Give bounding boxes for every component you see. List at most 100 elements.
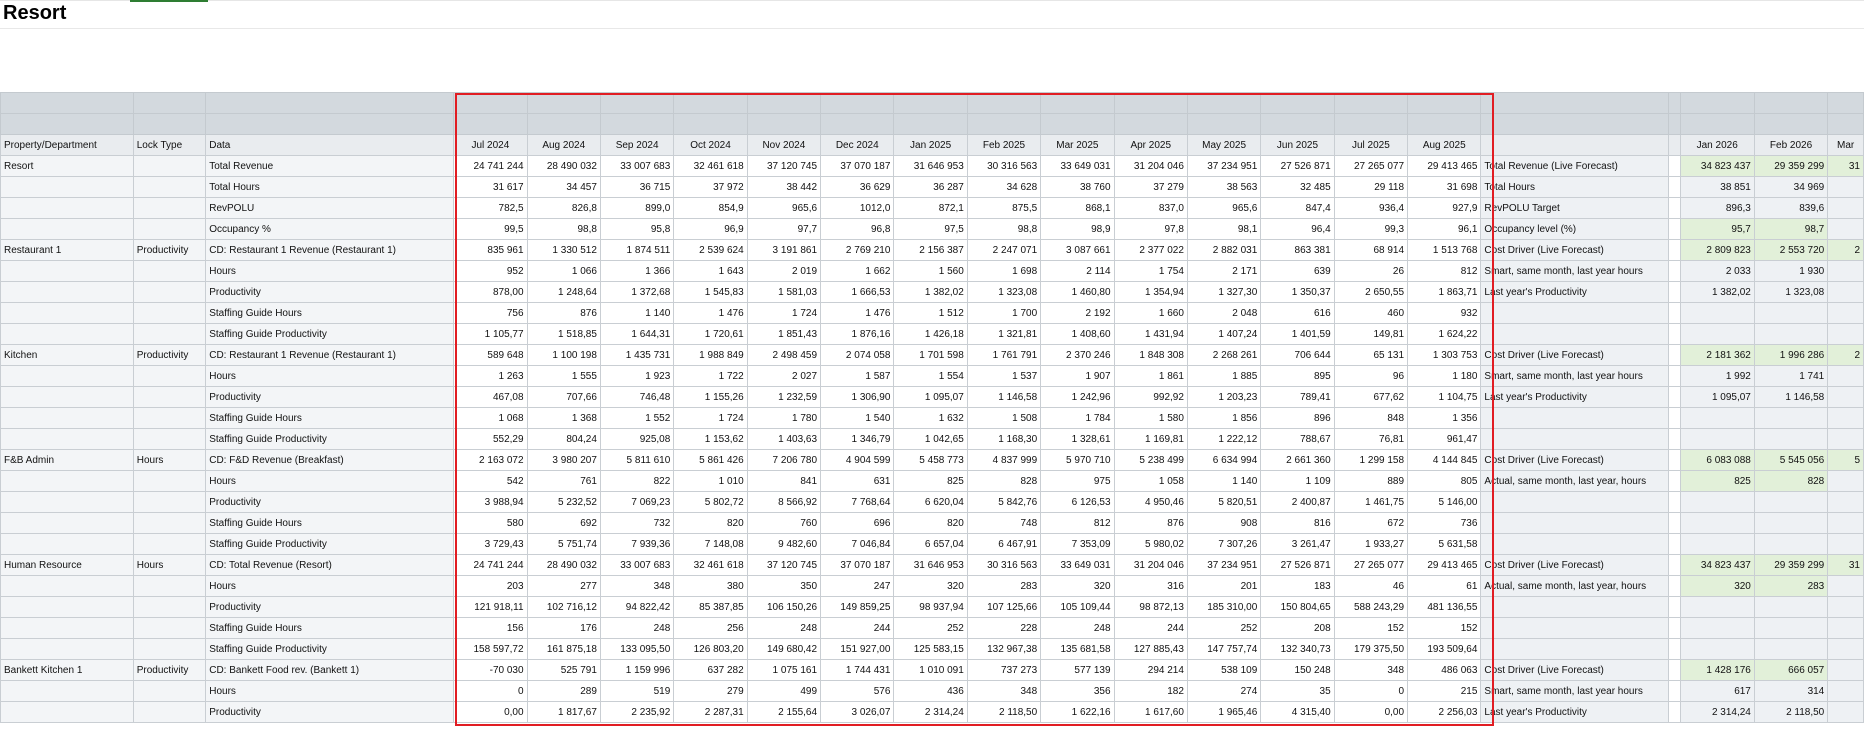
header-month[interactable]: Jul 2024 — [453, 134, 528, 156]
cell-value[interactable]: 1 153,62 — [673, 428, 748, 450]
cell-ext-value[interactable] — [1827, 428, 1864, 450]
header-month[interactable]: Jan 2025 — [893, 134, 968, 156]
cell-extra-label[interactable]: Cost Driver (Live Forecast) — [1480, 449, 1669, 471]
cell-value[interactable]: 1 581,03 — [746, 281, 822, 303]
cell-value[interactable]: 247 — [820, 575, 895, 597]
cell-value[interactable]: 925,08 — [599, 428, 675, 450]
cell-value[interactable]: 132 340,73 — [1260, 638, 1335, 660]
cell-value[interactable]: 761 — [526, 470, 601, 492]
cell-ext-value[interactable]: 1 323,08 — [1753, 281, 1829, 303]
cell-ext-value[interactable] — [1753, 617, 1829, 639]
cell-value[interactable]: 36 629 — [820, 176, 895, 198]
cell-value[interactable]: 1 885 — [1186, 365, 1262, 387]
cell-value[interactable]: 208 — [1260, 617, 1335, 639]
cell-value[interactable]: 1 248,64 — [526, 281, 601, 303]
cell-lock-type[interactable] — [132, 470, 207, 492]
cell-value[interactable]: 8 566,92 — [746, 491, 822, 513]
cell-value[interactable]: 152 — [1407, 617, 1482, 639]
cell-value[interactable]: 65 131 — [1333, 344, 1409, 366]
cell-data-label[interactable]: CD: Total Revenue (Resort) — [205, 554, 455, 576]
cell-value[interactable]: 1 744 431 — [820, 659, 895, 681]
cell-value[interactable]: 5 458 773 — [893, 449, 968, 471]
cell-value[interactable]: 31 646 953 — [893, 554, 968, 576]
cell-value[interactable]: 1 042,65 — [893, 428, 968, 450]
cell-value[interactable]: 1 159 996 — [599, 659, 675, 681]
cell-value[interactable]: 826,8 — [526, 197, 601, 219]
cell-ext-value[interactable] — [1679, 323, 1755, 345]
cell-value[interactable]: 2 769 210 — [820, 239, 895, 261]
cell-extra-label[interactable]: Total Hours — [1480, 176, 1669, 198]
cell-property[interactable]: Kitchen — [0, 344, 134, 366]
cell-value[interactable]: 467,08 — [453, 386, 528, 408]
cell-value[interactable]: 1 622,16 — [1040, 701, 1115, 723]
cell-value[interactable]: 36 715 — [599, 176, 675, 198]
cell-value[interactable]: 32 461 618 — [673, 554, 748, 576]
header-month[interactable]: May 2025 — [1186, 134, 1262, 156]
cell-value[interactable]: 97,5 — [893, 218, 968, 240]
cell-value[interactable]: 24 741 244 — [453, 554, 528, 576]
cell-value[interactable]: 736 — [1407, 512, 1482, 534]
cell-property[interactable]: F&B Admin — [0, 449, 134, 471]
cell-value[interactable]: 30 316 563 — [966, 554, 1042, 576]
cell-value[interactable]: 975 — [1040, 470, 1115, 492]
cell-ext-value[interactable]: 34 823 437 — [1679, 554, 1755, 576]
cell-ext-value[interactable] — [1827, 470, 1864, 492]
cell-value[interactable]: 0,00 — [453, 701, 528, 723]
cell-lock-type[interactable] — [132, 491, 207, 513]
cell-value[interactable]: 637 282 — [673, 659, 748, 681]
cell-value[interactable]: 2 027 — [746, 365, 822, 387]
cell-value[interactable]: 1 354,94 — [1113, 281, 1188, 303]
cell-value[interactable]: 320 — [1040, 575, 1115, 597]
cell-lock-type[interactable]: Productivity — [132, 344, 207, 366]
cell-value[interactable]: 7 206 780 — [746, 449, 822, 471]
cell-value[interactable]: 2 498 459 — [746, 344, 822, 366]
cell-ext-value[interactable] — [1827, 638, 1864, 660]
cell-value[interactable]: 27 265 077 — [1333, 155, 1409, 177]
cell-value[interactable]: 4 144 845 — [1407, 449, 1482, 471]
cell-value[interactable]: 896 — [1260, 407, 1335, 429]
cell-value[interactable]: 1 476 — [820, 302, 895, 324]
cell-value[interactable]: 5 842,76 — [966, 491, 1042, 513]
cell-value[interactable]: 2 019 — [746, 260, 822, 282]
cell-value[interactable]: 61 — [1407, 575, 1482, 597]
cell-value[interactable]: 1 460,80 — [1040, 281, 1115, 303]
cell-data-label[interactable]: CD: Restaurant 1 Revenue (Restaurant 1) — [205, 344, 455, 366]
cell-ext-value[interactable]: 1 095,07 — [1679, 386, 1755, 408]
cell-value[interactable]: 788,67 — [1260, 428, 1335, 450]
cell-property[interactable]: Restaurant 1 — [0, 239, 134, 261]
cell-ext-value[interactable] — [1827, 260, 1864, 282]
cell-property[interactable] — [0, 260, 134, 282]
cell-value[interactable]: 97,8 — [1113, 218, 1188, 240]
cell-value[interactable]: 27 526 871 — [1260, 155, 1335, 177]
cell-value[interactable]: 5 146,00 — [1407, 491, 1482, 513]
cell-property[interactable]: Resort — [0, 155, 134, 177]
cell-value[interactable]: 2 118,50 — [966, 701, 1042, 723]
cell-value[interactable]: 97,7 — [746, 218, 822, 240]
cell-extra-label[interactable]: Actual, same month, last year, hours — [1480, 575, 1669, 597]
cell-value[interactable]: 99,5 — [453, 218, 528, 240]
cell-value[interactable]: 7 046,84 — [820, 533, 895, 555]
cell-data-label[interactable]: Staffing Guide Productivity — [205, 428, 455, 450]
cell-data-label[interactable]: Productivity — [205, 596, 455, 618]
cell-value[interactable]: 2 155,64 — [746, 701, 822, 723]
cell-data-label[interactable]: Total Revenue — [205, 155, 455, 177]
cell-value[interactable]: 2 539 624 — [673, 239, 748, 261]
cell-value[interactable]: 37 234 951 — [1186, 554, 1262, 576]
cell-lock-type[interactable] — [132, 407, 207, 429]
cell-value[interactable]: 33 007 683 — [599, 155, 675, 177]
cell-data-label[interactable]: Staffing Guide Hours — [205, 512, 455, 534]
cell-property[interactable] — [0, 323, 134, 345]
cell-property[interactable] — [0, 281, 134, 303]
cell-value[interactable]: 672 — [1333, 512, 1409, 534]
cell-value[interactable]: 1 461,75 — [1333, 491, 1409, 513]
cell-value[interactable]: 107 125,66 — [966, 596, 1042, 618]
cell-value[interactable]: 149 680,42 — [746, 638, 822, 660]
cell-value[interactable]: 2 268 261 — [1186, 344, 1262, 366]
cell-value[interactable]: 33 007 683 — [599, 554, 675, 576]
cell-data-label[interactable]: CD: F&D Revenue (Breakfast) — [205, 449, 455, 471]
cell-ext-value[interactable] — [1827, 512, 1864, 534]
cell-ext-value[interactable] — [1679, 617, 1755, 639]
cell-value[interactable]: 99,3 — [1333, 218, 1409, 240]
cell-value[interactable]: 460 — [1333, 302, 1409, 324]
cell-value[interactable]: 2 377 022 — [1113, 239, 1188, 261]
